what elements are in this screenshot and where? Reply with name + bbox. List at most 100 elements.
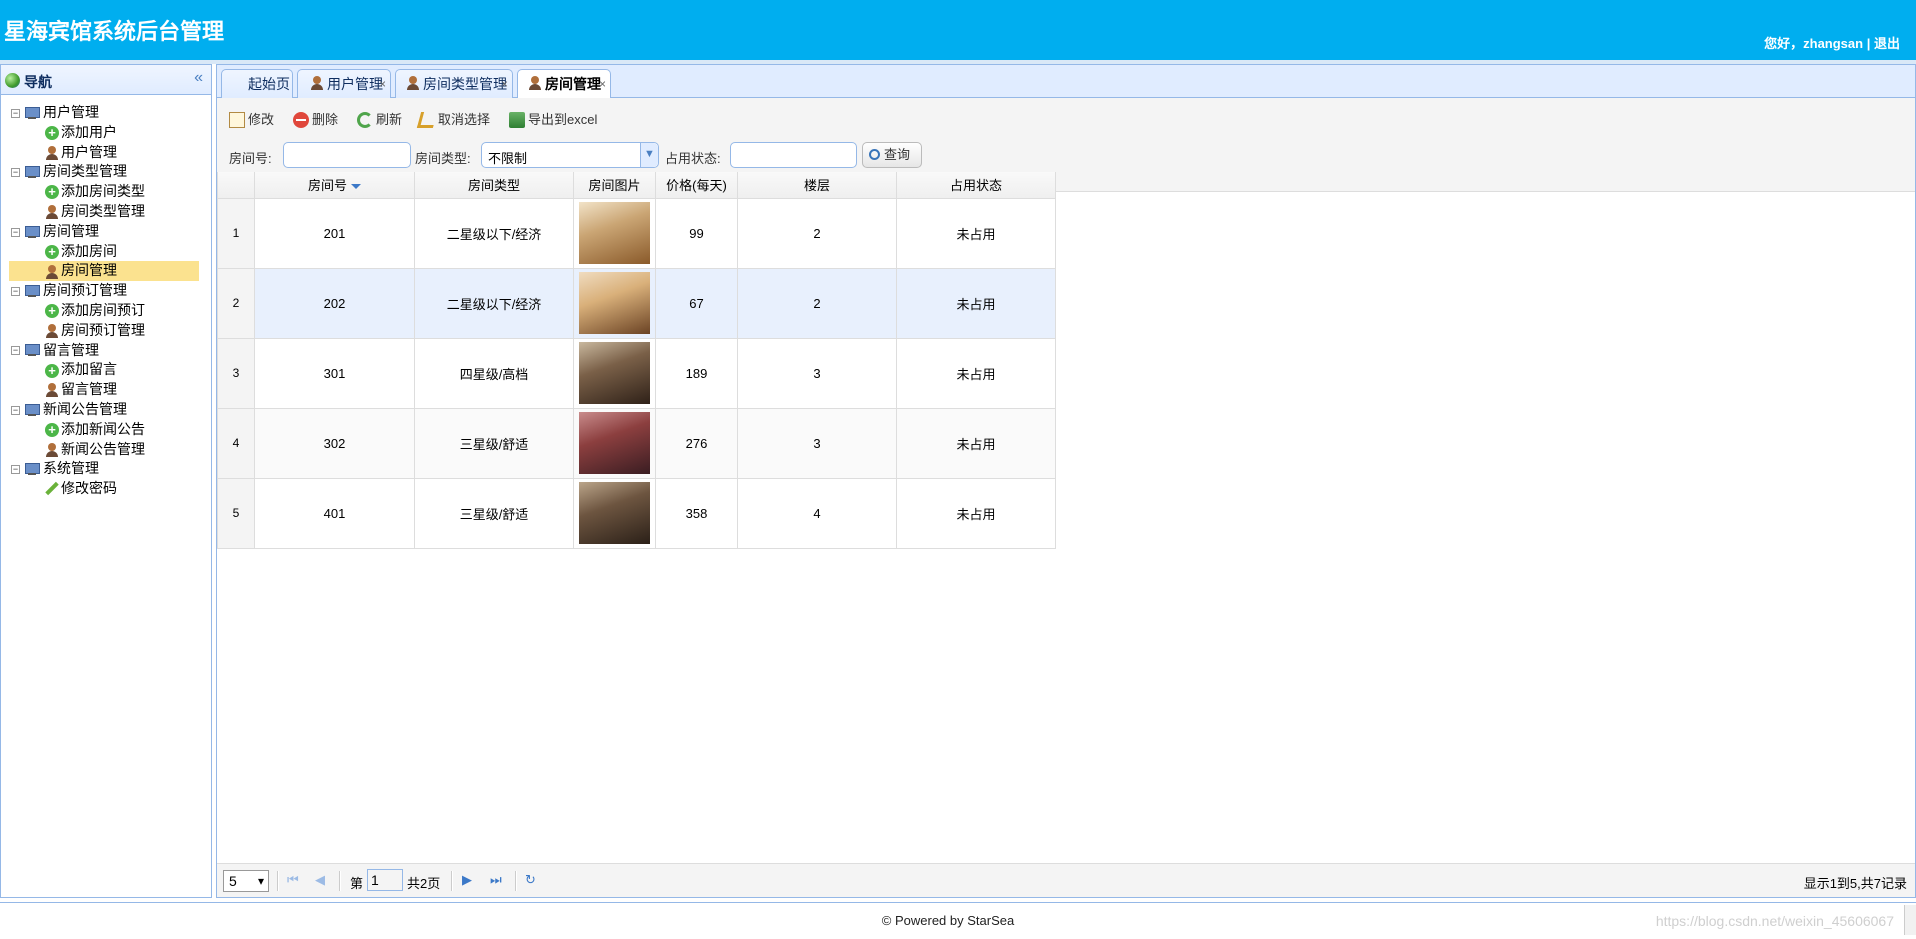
cell-status: 未占用 — [896, 197, 1056, 269]
nav-item[interactable]: + 添加房间预订 — [1, 301, 211, 321]
nav-group[interactable]: − 房间预订管理 — [1, 281, 211, 301]
room-photo[interactable] — [579, 412, 650, 474]
page-number-input[interactable]: 1 — [367, 869, 403, 891]
room-photo[interactable] — [579, 272, 650, 334]
cell-room-type: 二星级以下/经济 — [414, 197, 574, 269]
nav-item-label: 添加房间类型 — [61, 183, 145, 200]
table-row[interactable]: 4 302 三星级/舒适 276 3 未占用 — [217, 407, 1056, 479]
room-photo[interactable] — [579, 342, 650, 404]
table-row[interactable]: 2 202 二星级以下/经济 67 2 未占用 — [217, 267, 1056, 339]
cell-price: 189 — [655, 337, 738, 409]
nav-item[interactable]: + 添加留言 — [1, 360, 211, 380]
cell-room-no: 301 — [254, 337, 415, 409]
nav-item[interactable]: + 添加新闻公告 — [1, 420, 211, 440]
nav-item[interactable]: 房间预订管理 — [1, 321, 211, 341]
prev-page-icon[interactable]: ◀ — [315, 872, 325, 888]
export-excel-button[interactable]: 导出到excel — [509, 109, 597, 131]
table-row[interactable]: 1 201 二星级以下/经济 99 2 未占用 — [217, 197, 1056, 269]
table-row[interactable]: 3 301 四星级/高档 189 3 未占用 — [217, 337, 1056, 409]
nav-item[interactable]: 留言管理 — [1, 380, 211, 400]
add-icon: + — [45, 185, 59, 200]
chevron-down-icon[interactable]: ▼ — [640, 143, 658, 167]
collapse-toggle-icon[interactable]: − — [11, 465, 20, 475]
page-prefix: 第 — [350, 876, 364, 891]
close-icon[interactable]: × — [599, 70, 606, 98]
refresh-button[interactable]: 刷新 — [357, 109, 402, 131]
nav-item-label: 留言管理 — [61, 381, 117, 398]
user-divider: | — [1866, 36, 1871, 51]
nav-item[interactable]: 修改密码 — [1, 479, 211, 499]
collapse-toggle-icon[interactable]: − — [11, 108, 20, 118]
user-icon — [45, 442, 59, 457]
pager-separator — [339, 871, 341, 891]
column-header-room-type[interactable]: 房间类型 — [414, 172, 574, 199]
row-number-header — [217, 172, 255, 199]
delete-button[interactable]: 删除 — [293, 109, 338, 131]
nav-group[interactable]: − 留言管理 — [1, 341, 211, 361]
collapse-toggle-icon[interactable]: − — [11, 227, 20, 237]
cell-room-type: 四星级/高档 — [414, 337, 574, 409]
nav-item-label: 房间预订管理 — [61, 321, 145, 338]
cell-floor: 2 — [737, 267, 897, 339]
nav-item[interactable]: 新闻公告管理 — [1, 440, 211, 460]
edit-label: 修改 — [248, 112, 275, 127]
room-photo[interactable] — [579, 482, 650, 544]
room-type-select[interactable]: 不限制 ▼ — [481, 142, 659, 168]
tab-home[interactable]: 起始页 — [221, 69, 293, 98]
nav-item[interactable]: + 添加用户 — [1, 123, 211, 143]
pagination-bar: 5 ⏮ ◀ 第 1 共2页 ▶ ⏭ ↻ 显示1到5,共7记录 — [217, 863, 1915, 897]
computer-icon — [24, 106, 41, 120]
column-header-status[interactable]: 占用状态 — [896, 172, 1056, 199]
next-page-icon[interactable]: ▶ — [462, 872, 472, 888]
column-header-room-no[interactable]: 房间号 — [254, 172, 415, 199]
nav-item[interactable]: 房间管理 — [9, 261, 199, 282]
tab-room-type-mgmt[interactable]: 房间类型管理 × — [395, 69, 513, 98]
table-row[interactable]: 5 401 三星级/舒适 358 4 未占用 — [217, 477, 1056, 549]
nav-group[interactable]: − 房间类型管理 — [1, 162, 211, 182]
collapse-toggle-icon[interactable]: − — [11, 168, 20, 178]
nav-group[interactable]: − 用户管理 — [1, 103, 211, 123]
query-button[interactable]: 查询 — [862, 142, 922, 168]
nav-group[interactable]: − 新闻公告管理 — [1, 400, 211, 420]
add-icon: + — [45, 363, 59, 378]
cell-room-no: 201 — [254, 197, 415, 269]
occupied-input[interactable] — [730, 142, 857, 168]
undo-icon — [416, 111, 438, 128]
nav-item-label: 房间管理 — [61, 262, 117, 279]
column-header-price[interactable]: 价格(每天) — [655, 172, 738, 199]
refresh-icon[interactable]: ↻ — [525, 872, 536, 888]
tab-room-mgmt[interactable]: 房间管理 × — [517, 69, 611, 99]
room-no-input[interactable] — [283, 142, 411, 168]
room-type-value: 不限制 — [488, 151, 528, 166]
column-header-room-image[interactable]: 房间图片 — [573, 172, 656, 199]
nav-item[interactable]: 房间类型管理 — [1, 202, 211, 222]
user-icon — [45, 205, 59, 220]
last-page-icon[interactable]: ⏭ — [490, 872, 502, 888]
nav-group[interactable]: − 房间管理 — [1, 222, 211, 242]
close-icon[interactable]: × — [501, 70, 508, 98]
collapse-toggle-icon[interactable]: − — [11, 286, 20, 296]
logout-link[interactable]: 退出 — [1874, 36, 1900, 51]
user-icon — [45, 383, 59, 398]
nav-item-label: 房间类型管理 — [61, 202, 145, 219]
nav-item[interactable]: + 添加房间类型 — [1, 182, 211, 202]
nav-group-label: 留言管理 — [43, 341, 99, 358]
close-icon[interactable]: × — [379, 70, 386, 98]
nav-item[interactable]: + 添加房间 — [1, 242, 211, 262]
collapse-icon[interactable]: « — [194, 69, 203, 87]
add-icon: + — [45, 304, 59, 319]
scrollbar[interactable] — [1904, 905, 1916, 935]
collapse-toggle-icon[interactable]: − — [11, 405, 20, 415]
page-size-select[interactable]: 5 — [223, 870, 269, 892]
collapse-toggle-icon[interactable]: − — [11, 346, 20, 356]
nav-item[interactable]: 用户管理 — [1, 143, 211, 163]
edit-button[interactable]: 修改 — [229, 109, 274, 131]
user-icon — [310, 76, 324, 90]
first-page-icon[interactable]: ⏮ — [287, 872, 299, 888]
cancel-select-button[interactable]: 取消选择 — [416, 109, 490, 131]
cell-room-type: 二星级以下/经济 — [414, 267, 574, 339]
column-header-floor[interactable]: 楼层 — [737, 172, 897, 199]
nav-group[interactable]: − 系统管理 — [1, 459, 211, 479]
tab-user-mgmt[interactable]: 用户管理 × — [297, 69, 391, 98]
room-photo[interactable] — [579, 202, 650, 264]
